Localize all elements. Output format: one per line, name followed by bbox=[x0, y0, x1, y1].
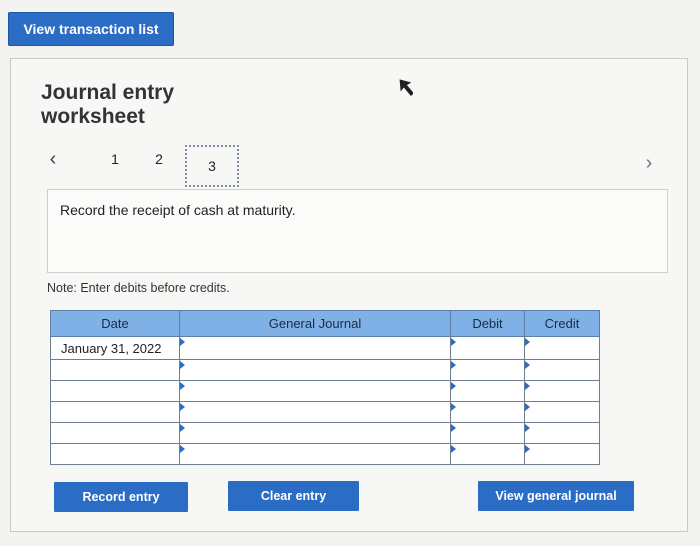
chevron-left-icon[interactable]: ‹ bbox=[45, 148, 61, 170]
date-cell[interactable] bbox=[50, 359, 180, 381]
table-row bbox=[50, 422, 600, 444]
credit-cell[interactable] bbox=[524, 401, 600, 423]
journal-entry-panel: Journal entry worksheet ‹ 1 2 3 › Record… bbox=[10, 58, 688, 532]
account-cell[interactable] bbox=[179, 359, 451, 381]
instruction-text: Record the receipt of cash at maturity. bbox=[60, 202, 296, 218]
col-header-debit: Debit bbox=[450, 310, 525, 337]
mouse-cursor-icon bbox=[399, 79, 413, 96]
dropdown-marker-icon bbox=[525, 445, 530, 453]
dropdown-marker-icon bbox=[180, 403, 185, 411]
account-cell[interactable] bbox=[179, 380, 451, 402]
table-row bbox=[50, 359, 600, 381]
debit-cell[interactable] bbox=[450, 422, 525, 444]
account-cell[interactable] bbox=[179, 401, 451, 423]
debit-cell[interactable] bbox=[450, 336, 525, 360]
record-entry-button[interactable]: Record entry bbox=[54, 482, 188, 512]
dropdown-marker-icon bbox=[525, 382, 530, 390]
table-row: January 31, 2022 bbox=[50, 336, 600, 360]
note-text: Note: Enter debits before credits. bbox=[47, 281, 230, 295]
debit-cell[interactable] bbox=[450, 401, 525, 423]
dropdown-marker-icon bbox=[180, 338, 185, 346]
col-header-credit: Credit bbox=[524, 310, 600, 337]
dropdown-marker-icon bbox=[525, 338, 530, 346]
instruction-box: Record the receipt of cash at maturity. bbox=[47, 189, 668, 273]
clear-entry-button[interactable]: Clear entry bbox=[228, 481, 359, 511]
date-cell[interactable] bbox=[50, 422, 180, 444]
dropdown-marker-icon bbox=[180, 382, 185, 390]
col-header-general-journal: General Journal bbox=[179, 310, 451, 337]
credit-cell[interactable] bbox=[524, 336, 600, 360]
date-cell[interactable]: January 31, 2022 bbox=[50, 336, 180, 360]
table-header-row: Date General Journal Debit Credit bbox=[50, 310, 600, 337]
account-cell[interactable] bbox=[179, 422, 451, 444]
page-2-link[interactable]: 2 bbox=[149, 151, 169, 167]
table-row bbox=[50, 380, 600, 402]
table-row bbox=[50, 443, 600, 465]
col-header-date: Date bbox=[50, 310, 180, 337]
account-cell[interactable] bbox=[179, 336, 451, 360]
date-cell[interactable] bbox=[50, 380, 180, 402]
page-1-link[interactable]: 1 bbox=[105, 151, 125, 167]
credit-cell[interactable] bbox=[524, 359, 600, 381]
dropdown-marker-icon bbox=[180, 424, 185, 432]
table-row bbox=[50, 401, 600, 423]
journal-table: Date General Journal Debit Credit Januar… bbox=[50, 310, 600, 465]
view-transaction-list-button[interactable]: View transaction list bbox=[8, 12, 174, 46]
dropdown-marker-icon bbox=[451, 445, 456, 453]
dropdown-marker-icon bbox=[180, 361, 185, 369]
dropdown-marker-icon bbox=[525, 424, 530, 432]
debit-cell[interactable] bbox=[450, 359, 525, 381]
date-cell[interactable] bbox=[50, 443, 180, 465]
chevron-right-icon[interactable]: › bbox=[641, 152, 657, 174]
dropdown-marker-icon bbox=[451, 382, 456, 390]
page-3-current[interactable]: 3 bbox=[185, 145, 239, 187]
dropdown-marker-icon bbox=[180, 445, 185, 453]
dropdown-marker-icon bbox=[525, 361, 530, 369]
dropdown-marker-icon bbox=[451, 424, 456, 432]
dropdown-marker-icon bbox=[451, 361, 456, 369]
credit-cell[interactable] bbox=[524, 443, 600, 465]
credit-cell[interactable] bbox=[524, 422, 600, 444]
dropdown-marker-icon bbox=[451, 403, 456, 411]
credit-cell[interactable] bbox=[524, 380, 600, 402]
dropdown-marker-icon bbox=[525, 403, 530, 411]
account-cell[interactable] bbox=[179, 443, 451, 465]
debit-cell[interactable] bbox=[450, 443, 525, 465]
worksheet-title: Journal entry worksheet bbox=[41, 81, 175, 128]
view-general-journal-button[interactable]: View general journal bbox=[478, 481, 634, 511]
debit-cell[interactable] bbox=[450, 380, 525, 402]
date-cell[interactable] bbox=[50, 401, 180, 423]
dropdown-marker-icon bbox=[451, 338, 456, 346]
